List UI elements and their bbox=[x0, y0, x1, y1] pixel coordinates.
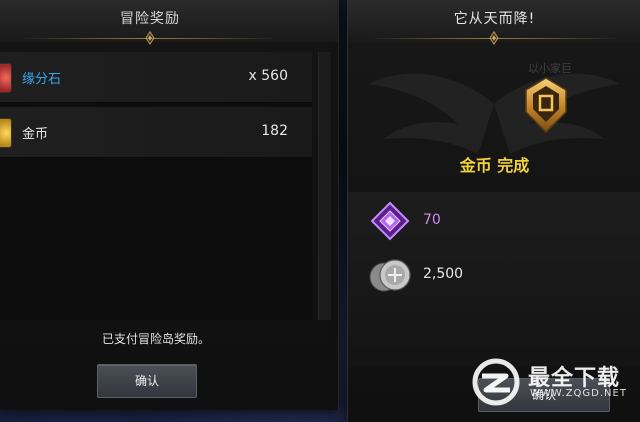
right-panel-title: 它从天而降! bbox=[453, 11, 536, 27]
gold-coin-icon bbox=[0, 118, 12, 148]
left-panel-header: 冒险奖励 bbox=[0, 0, 338, 45]
reward-quantity: 182 bbox=[261, 123, 288, 139]
ornament-icon bbox=[489, 31, 499, 45]
reward-quantity: x 560 bbox=[248, 68, 288, 84]
reward-list: 缘分石 x 560 金币 182 bbox=[0, 52, 312, 320]
list-item: 2,500 bbox=[348, 249, 640, 301]
reward-value: 2,500 bbox=[423, 266, 464, 282]
right-panel-header: 它从天而降! bbox=[348, 0, 640, 45]
reward-name: 缘分石 bbox=[22, 72, 62, 87]
watermark-logo-icon bbox=[472, 358, 520, 406]
fate-stone-icon bbox=[0, 63, 12, 93]
reward-value: 70 bbox=[423, 212, 441, 228]
payment-message: 已支付冒险岛奖励。 bbox=[101, 332, 210, 346]
quest-complete-title: 金币 完成 bbox=[459, 156, 530, 175]
watermark: 最全下载 WWW.ZQGD.NET bbox=[470, 358, 640, 418]
purple-crystal-icon bbox=[370, 201, 410, 241]
list-item[interactable]: 缘分石 x 560 bbox=[0, 52, 312, 103]
left-panel-title: 冒险奖励 bbox=[120, 11, 180, 27]
ornament-icon bbox=[145, 31, 155, 45]
list-item: 70 bbox=[348, 195, 640, 247]
faded-background-text: 以小家巨 bbox=[528, 62, 572, 75]
gold-medal-emblem-icon bbox=[525, 77, 567, 134]
list-item[interactable]: 金币 182 bbox=[0, 107, 312, 158]
game-screen: 冒险奖励 缘分石 x 560 金币 182 已支付冒险岛奖励。 确认 它从天而降… bbox=[0, 0, 640, 422]
drop-reward-list: 70 2,500 bbox=[348, 192, 640, 367]
silver-coin-icon bbox=[369, 259, 411, 292]
watermark-url: WWW.ZQGD.NET bbox=[530, 388, 627, 399]
adventure-reward-panel: 冒险奖励 缘分石 x 560 金币 182 已支付冒险岛奖励。 确认 bbox=[0, 0, 339, 410]
reward-list-scrollbar[interactable] bbox=[318, 52, 331, 320]
reward-name: 金币 bbox=[22, 127, 49, 142]
confirm-button[interactable]: 确认 bbox=[97, 364, 197, 398]
